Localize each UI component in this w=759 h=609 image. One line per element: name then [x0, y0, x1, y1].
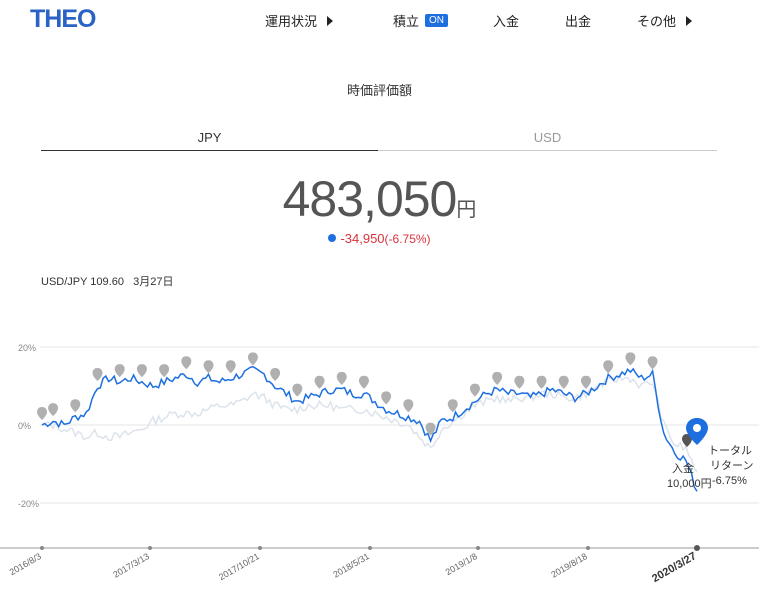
market-value-number: 483,050 [282, 171, 458, 227]
savings-on-badge: ON [425, 14, 449, 27]
fx-rate-label: USD/JPY 109.60 [41, 276, 124, 288]
y-tick-label: 20% [18, 343, 36, 353]
deposit-marker-icon[interactable] [159, 364, 170, 378]
deposit-marker-icon[interactable] [603, 360, 614, 374]
deposit-label: 入金 [672, 461, 694, 475]
deposit-marker-icon[interactable] [447, 399, 458, 413]
deposit-marker-icon[interactable] [492, 371, 503, 385]
deposit-marker-icon[interactable] [203, 360, 214, 374]
portfolio-series-line [41, 365, 698, 492]
x-tick-dot [586, 546, 590, 550]
deposit-marker-icon[interactable] [514, 375, 525, 389]
deposit-marker-icon[interactable] [181, 356, 192, 370]
tab-jpy[interactable]: JPY [41, 130, 378, 151]
deposit-marker-icon[interactable] [70, 399, 81, 413]
deposit-marker-icon[interactable] [336, 371, 347, 385]
deposit-marker-icon[interactable] [625, 352, 636, 366]
nav-deposit[interactable]: 入金 [493, 11, 519, 30]
x-tick-label: 2017/3/13 [111, 551, 151, 580]
change-percent: (-6.75%) [384, 232, 431, 246]
deposit-marker-icon[interactable] [580, 375, 591, 389]
x-tick-dot [476, 546, 480, 550]
nav-savings[interactable]: 積立 ON [393, 11, 449, 30]
deposit-marker-icon[interactable] [381, 391, 392, 405]
nav-status-label: 運用状況 [265, 14, 318, 29]
deposit-marker-icon[interactable] [558, 375, 569, 389]
x-tick-dot [148, 546, 152, 550]
x-tick-label: 2018/5/31 [331, 551, 371, 580]
nav-deposit-label: 入金 [493, 14, 520, 29]
currency-tabs: JPY USD [41, 130, 717, 152]
nav-other-label: その他 [637, 14, 677, 29]
deposit-marker-icon[interactable] [270, 368, 281, 381]
total-return-value: -6.75% [712, 475, 747, 487]
deposit-marker-icon[interactable] [647, 356, 658, 370]
tab-usd[interactable]: USD [378, 130, 717, 151]
nav-withdraw[interactable]: 出金 [565, 11, 591, 30]
performance-chart[interactable]: 20% 0% -20% 2016/8/3 2017/3/13 2017/10/21 201… [0, 300, 759, 609]
deposit-marker-icon[interactable] [358, 375, 369, 389]
deposit-marker-icon[interactable] [225, 360, 236, 374]
x-tick-dot [258, 546, 262, 550]
deposit-marker-icon[interactable] [48, 403, 59, 417]
y-tick-label: 0% [18, 421, 31, 431]
nav-other[interactable]: その他 [637, 11, 693, 30]
deposit-amount: 10,000円 [667, 478, 712, 490]
deposit-marker-icon[interactable] [136, 364, 147, 378]
deposit-marker-icon[interactable] [114, 364, 125, 378]
chevron-right-icon [327, 15, 334, 26]
x-tick-label: 2019/1/8 [444, 551, 479, 577]
change-amount: -34,950 [340, 231, 385, 246]
y-tick-label: -20% [18, 499, 39, 509]
x-tick-dot [694, 545, 700, 551]
deposit-marker-icon[interactable] [247, 352, 258, 366]
fx-rate-date: 3月27日 [133, 276, 174, 288]
deposit-marker-icon[interactable] [92, 368, 103, 381]
deposit-marker-icon[interactable] [403, 399, 414, 413]
total-return-label-1: トータル [708, 444, 752, 457]
main-nav: 運用状況 積立 ON 入金 出金 その他 [0, 11, 759, 31]
nav-status[interactable]: 運用状況 [265, 11, 334, 30]
x-tick-dot [368, 546, 372, 550]
x-tick-label: 2019/8/18 [549, 551, 589, 580]
nav-savings-label: 積立 [393, 14, 420, 29]
market-value: 483,050円 [0, 170, 759, 228]
x-tick-label: 2016/8/3 [8, 551, 43, 577]
value-change: -34,950(-6.75%) [0, 231, 759, 246]
total-return-label-2: リターン [710, 459, 753, 472]
x-tick-label: 2020/3/27 [650, 550, 698, 585]
chevron-right-icon [686, 15, 693, 26]
x-tick-dot [40, 546, 44, 550]
deposit-marker-icon[interactable] [292, 383, 303, 397]
fx-rate: USD/JPY 109.60 3月27日 [41, 273, 174, 289]
deposit-marker-icon[interactable] [536, 375, 547, 389]
nav-withdraw-label: 出金 [565, 14, 592, 29]
change-dot-icon [328, 234, 337, 242]
section-title: 時価評価額 [346, 83, 412, 98]
deposit-marker-icon[interactable] [37, 407, 47, 420]
market-value-unit: 円 [456, 199, 477, 221]
deposit-marker-icon[interactable] [314, 375, 325, 389]
deposit-marker-icon[interactable] [469, 383, 480, 397]
benchmark-series-line [41, 373, 698, 473]
x-tick-label: 2017/10/21 [217, 551, 261, 582]
